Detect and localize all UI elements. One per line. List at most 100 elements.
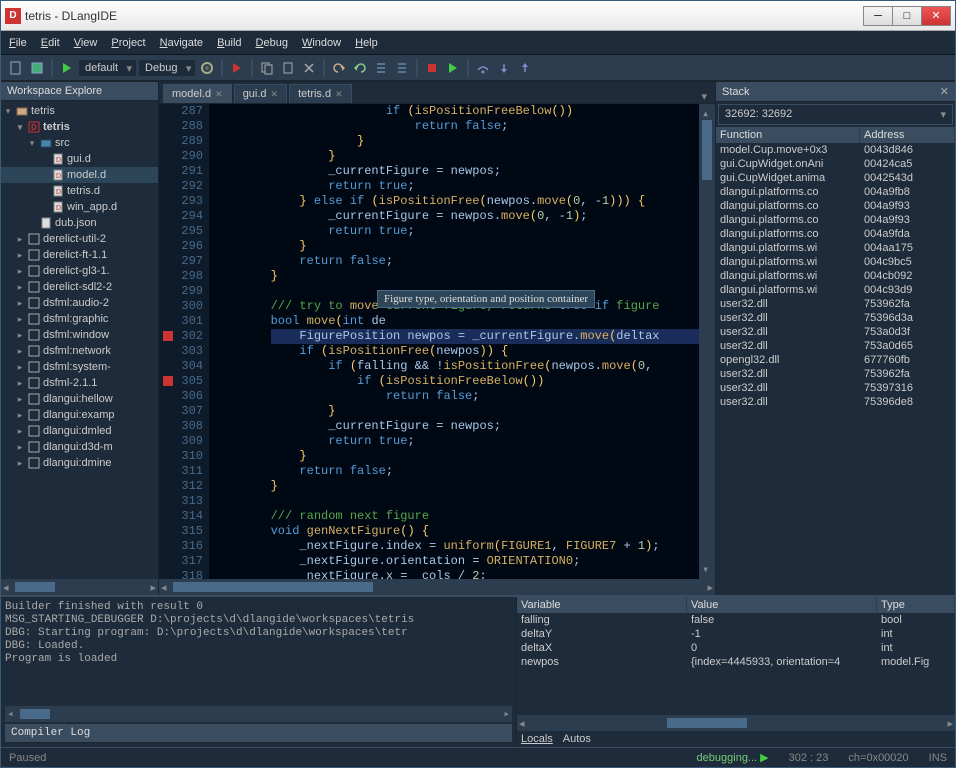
stack-list[interactable]: model.Cup.move+0x30043d846gui.CupWidget.… xyxy=(716,143,955,595)
console-tab[interactable]: Compiler Log xyxy=(5,724,512,743)
gear-icon[interactable] xyxy=(198,59,216,77)
menu-build[interactable]: Build xyxy=(217,37,241,49)
stack-row[interactable]: user32.dll753962fa xyxy=(716,367,955,381)
close-button[interactable]: ✕ xyxy=(921,6,951,26)
tree-item[interactable]: ▸derelict-util-2 xyxy=(1,231,158,247)
menu-file[interactable]: File xyxy=(9,37,27,49)
stack-row[interactable]: gui.CupWidget.anima0042543d xyxy=(716,171,955,185)
tree-item[interactable]: ▸dlangui:dmine xyxy=(1,455,158,471)
stack-row[interactable]: dlangui.platforms.wi004aa175 xyxy=(716,241,955,255)
run-icon[interactable] xyxy=(58,59,76,77)
close-icon[interactable]: ✕ xyxy=(271,89,279,100)
code-area[interactable]: if (isPositionFreeBelow()) return false;… xyxy=(209,104,715,579)
tree-item[interactable]: dub.json xyxy=(1,215,158,231)
tree-item[interactable]: ▸dlangui:hellow xyxy=(1,391,158,407)
menu-debug[interactable]: Debug xyxy=(256,37,288,49)
tree-item[interactable]: Dtetris.d xyxy=(1,183,158,199)
scrollbar[interactable]: ◂▸ xyxy=(1,579,158,595)
tree-item[interactable]: ▸dlangui:examp xyxy=(1,407,158,423)
thread-combo[interactable]: 32692: 32692 xyxy=(718,104,953,125)
scrollbar[interactable]: ◂▸ xyxy=(5,706,512,722)
step-over-icon[interactable] xyxy=(474,59,492,77)
scrollbar[interactable]: ◂▸ xyxy=(159,579,715,595)
tree-item[interactable]: ▸dsfml:window xyxy=(1,327,158,343)
stack-row[interactable]: dlangui.platforms.co004a9fb8 xyxy=(716,185,955,199)
menu-edit[interactable]: Edit xyxy=(41,37,60,49)
tree-item[interactable]: ▸dlangui:d3d-m xyxy=(1,439,158,455)
menu-project[interactable]: Project xyxy=(111,37,145,49)
tree-item[interactable]: ▸derelict-gl3-1. xyxy=(1,263,158,279)
unindent-icon[interactable] xyxy=(393,59,411,77)
step-into-icon[interactable] xyxy=(495,59,513,77)
menu-help[interactable]: Help xyxy=(355,37,378,49)
step-out-icon[interactable] xyxy=(516,59,534,77)
var-row[interactable]: fallingfalsebool xyxy=(517,613,955,627)
tab-gui.d[interactable]: gui.d✕ xyxy=(234,84,287,103)
stack-row[interactable]: opengl32.dll677760fb xyxy=(716,353,955,367)
tree-item[interactable]: ▸dsfml:graphic xyxy=(1,311,158,327)
cut-icon[interactable] xyxy=(300,59,318,77)
scrollbar[interactable]: ◂▸ xyxy=(517,715,955,731)
debug-run-icon[interactable] xyxy=(228,59,246,77)
menu-view[interactable]: View xyxy=(74,37,98,49)
tree-item[interactable]: ▸dsfml-2.1.1 xyxy=(1,375,158,391)
stack-row[interactable]: model.Cup.move+0x30043d846 xyxy=(716,143,955,157)
folder-icon xyxy=(27,344,41,358)
undo-icon[interactable] xyxy=(330,59,348,77)
stop-icon[interactable] xyxy=(423,59,441,77)
close-icon[interactable]: ✕ xyxy=(335,89,343,100)
scrollbar-v[interactable]: ▴▾ xyxy=(699,104,715,579)
close-icon[interactable]: ✕ xyxy=(940,85,949,98)
continue-icon[interactable] xyxy=(444,59,462,77)
tab-locals[interactable]: Locals xyxy=(521,733,553,745)
close-icon[interactable]: ✕ xyxy=(215,89,223,100)
tree-item[interactable]: ▾src xyxy=(1,135,158,151)
tab-menu-icon[interactable]: ▾ xyxy=(697,90,711,103)
indent-icon[interactable] xyxy=(372,59,390,77)
vars-list[interactable]: fallingfalsebooldeltaY-1intdeltaX0intnew… xyxy=(517,613,955,715)
new-icon[interactable] xyxy=(7,59,25,77)
save-icon[interactable] xyxy=(28,59,46,77)
tree-item[interactable]: Dmodel.d xyxy=(1,167,158,183)
stack-row[interactable]: user32.dll75396d3a xyxy=(716,311,955,325)
tree-item[interactable]: ▸dsfml:audio-2 xyxy=(1,295,158,311)
tree-item[interactable]: ▸dsfml:network xyxy=(1,343,158,359)
tree-item[interactable]: Dwin_app.d xyxy=(1,199,158,215)
menu-navigate[interactable]: Navigate xyxy=(160,37,203,49)
stack-row[interactable]: dlangui.platforms.co004a9f93 xyxy=(716,213,955,227)
stack-row[interactable]: user32.dll75396de8 xyxy=(716,395,955,409)
stack-row[interactable]: dlangui.platforms.wi004cb092 xyxy=(716,269,955,283)
stack-row[interactable]: user32.dll753a0d3f xyxy=(716,325,955,339)
stack-row[interactable]: dlangui.platforms.wi004c9bc5 xyxy=(716,255,955,269)
stack-row[interactable]: dlangui.platforms.co004a9f93 xyxy=(716,199,955,213)
gutter[interactable]: 2872882892902912922932942952962972982993… xyxy=(159,104,209,579)
tree-item[interactable]: ▾tetris xyxy=(1,103,158,119)
var-row[interactable]: deltaX0int xyxy=(517,641,955,655)
stack-row[interactable]: dlangui.platforms.wi004c93d9 xyxy=(716,283,955,297)
stack-row[interactable]: user32.dll753962fa xyxy=(716,297,955,311)
maximize-button[interactable]: □ xyxy=(892,6,922,26)
stack-row[interactable]: user32.dll753a0d65 xyxy=(716,339,955,353)
tree-item[interactable]: Dgui.d xyxy=(1,151,158,167)
config-combo[interactable]: default xyxy=(79,60,136,76)
var-row[interactable]: newpos{index=4445933, orientation=4model… xyxy=(517,655,955,669)
tree-item[interactable]: ▸dsfml:system- xyxy=(1,359,158,375)
menu-window[interactable]: Window xyxy=(302,37,341,49)
tab-model.d[interactable]: model.d✕ xyxy=(163,84,232,103)
var-row[interactable]: deltaY-1int xyxy=(517,627,955,641)
copy-icon[interactable] xyxy=(258,59,276,77)
tree-item[interactable]: ▸dlangui:dmled xyxy=(1,423,158,439)
build-combo[interactable]: Debug xyxy=(139,60,195,76)
minimize-button[interactable]: ─ xyxy=(863,6,893,26)
tree-item[interactable]: ▸derelict-ft-1.1 xyxy=(1,247,158,263)
paste-icon[interactable] xyxy=(279,59,297,77)
stack-row[interactable]: dlangui.platforms.co004a9fda xyxy=(716,227,955,241)
tab-autos[interactable]: Autos xyxy=(563,733,591,745)
stack-row[interactable]: user32.dll75397316 xyxy=(716,381,955,395)
stack-row[interactable]: gui.CupWidget.onAni00424ca5 xyxy=(716,157,955,171)
workspace-tree[interactable]: ▾tetris▾Dtetris▾srcDgui.dDmodel.dDtetris… xyxy=(1,101,158,579)
tree-item[interactable]: ▸derelict-sdl2-2 xyxy=(1,279,158,295)
tab-tetris.d[interactable]: tetris.d✕ xyxy=(289,84,352,103)
tree-item[interactable]: ▾Dtetris xyxy=(1,119,158,135)
redo-icon[interactable] xyxy=(351,59,369,77)
